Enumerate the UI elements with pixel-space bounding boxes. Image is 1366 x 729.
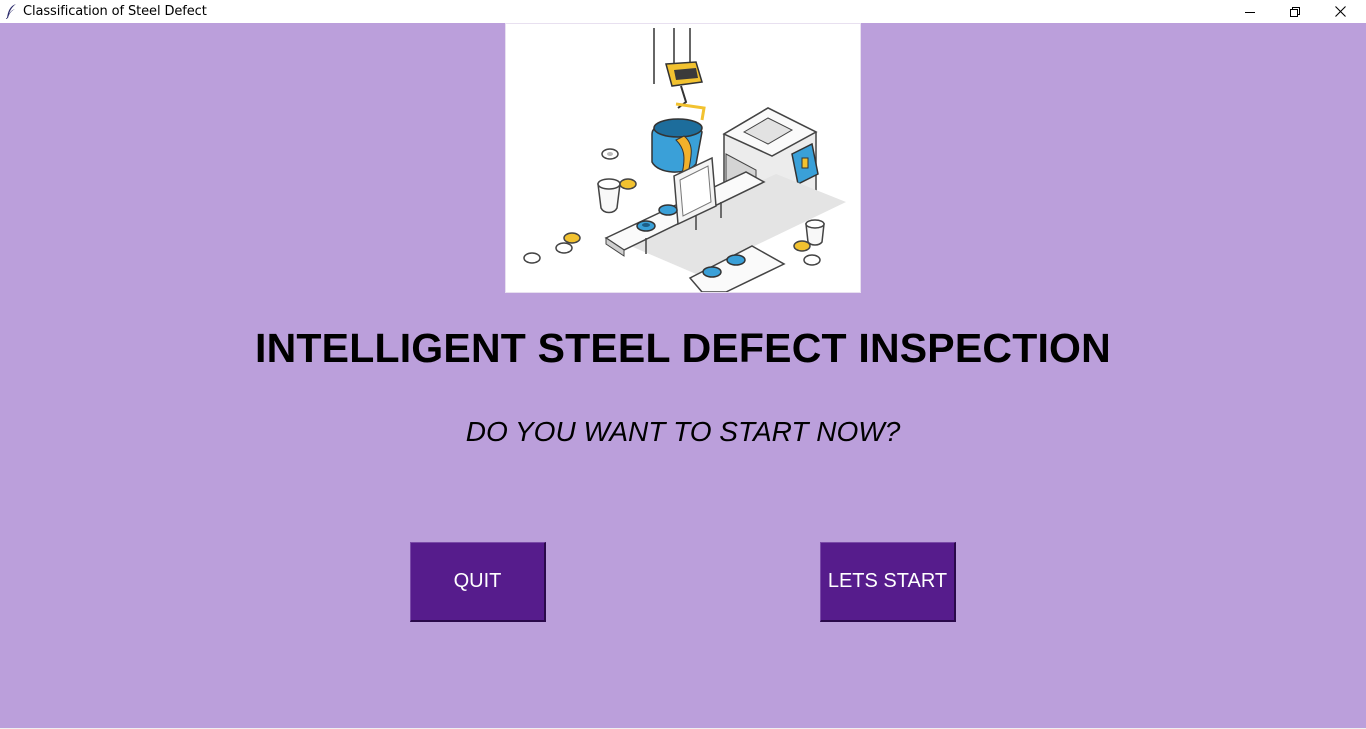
minimize-button[interactable] [1227,0,1272,23]
start-prompt: DO YOU WANT TO START NOW? [465,416,901,447]
window-title: Classification of Steel Defect [23,4,207,19]
restore-icon [1289,6,1300,17]
minimize-icon [1244,11,1255,13]
restore-button[interactable] [1272,0,1317,23]
lets-start-button-label: LETS START [827,570,948,592]
quit-button[interactable]: QUIT [410,542,546,622]
production-line-image [523,28,846,293]
close-icon [1335,6,1346,17]
close-button[interactable] [1318,0,1363,23]
quit-button-label: QUIT [453,570,502,592]
feather-icon [6,4,16,19]
page-heading: INTELLIGENT STEEL DEFECT INSPECTION [255,325,1111,371]
title-bar: Classification of Steel Defect [0,0,1366,23]
lets-start-button[interactable]: LETS START [820,542,956,622]
steel-production-illustration [505,23,861,293]
